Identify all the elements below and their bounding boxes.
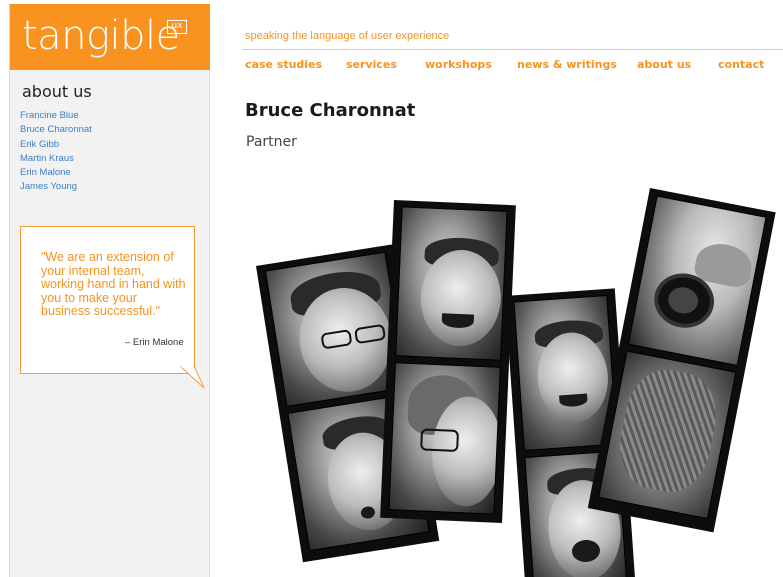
photo	[388, 362, 501, 515]
photo	[395, 206, 508, 361]
photo	[513, 294, 618, 452]
photo-strips	[10, 4, 783, 577]
photo-strip	[587, 188, 776, 533]
page-frame: tangible ux about us Francine Blue Bruce…	[9, 4, 783, 577]
photo	[597, 350, 737, 520]
photo	[627, 195, 767, 366]
photo-strip	[380, 200, 516, 524]
